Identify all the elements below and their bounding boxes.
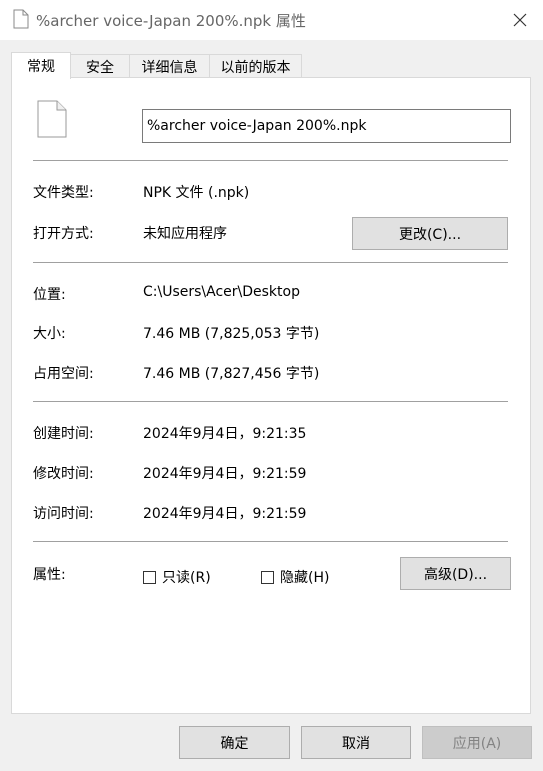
ok-button[interactable]: 确定 (179, 726, 290, 759)
change-button[interactable]: 更改(C)... (352, 217, 508, 250)
file-type-value: NPK 文件 (.npk) (143, 185, 250, 201)
document-icon (13, 9, 29, 29)
open-with-value: 未知应用程序 (143, 226, 227, 242)
tab-previous-versions-label: 以前的版本 (220, 59, 291, 76)
advanced-button-label: 高级(D)... (423, 566, 488, 583)
separator (33, 262, 508, 263)
modified-label: 修改时间: (33, 466, 94, 482)
separator (33, 160, 508, 161)
size-on-disk-value: 7.46 MB (7,827,456 字节) (143, 366, 320, 382)
location-label: 位置: (33, 287, 66, 303)
accessed-value: 2024年9月4日，9:21:59 (143, 506, 307, 522)
readonly-label: 只读(R) (162, 570, 211, 586)
location-value: C:\Users\Acer\Desktop (143, 284, 300, 300)
close-icon (513, 13, 527, 27)
file-type-label: 文件类型: (33, 185, 94, 201)
cancel-button-label: 取消 (342, 735, 370, 752)
created-label: 创建时间: (33, 426, 94, 442)
hidden-checkbox[interactable]: 隐藏(H) (261, 567, 329, 587)
title-bar: %archer voice-Japan 200%.npk 属性 (0, 0, 543, 40)
ok-button-label: 确定 (220, 735, 249, 752)
file-icon (37, 100, 67, 138)
accessed-label: 访问时间: (33, 506, 94, 522)
tab-general-label: 常规 (27, 59, 55, 75)
hidden-label: 隐藏(H) (280, 570, 330, 586)
close-button[interactable] (497, 0, 543, 40)
size-value: 7.46 MB (7,825,053 字节) (143, 326, 320, 342)
tab-security[interactable]: 安全 (70, 54, 130, 78)
separator (33, 401, 508, 402)
tab-details-label: 详细信息 (141, 59, 198, 76)
tab-previous-versions[interactable]: 以前的版本 (209, 54, 302, 78)
created-value: 2024年9月4日，9:21:35 (143, 426, 307, 442)
tab-general[interactable]: 常规 (11, 52, 71, 79)
modified-value: 2024年9月4日，9:21:59 (143, 466, 307, 482)
window-title: %archer voice-Japan 200%.npk 属性 (36, 12, 306, 30)
apply-button-label: 应用(A) (452, 735, 502, 752)
apply-button[interactable]: 应用(A) (422, 726, 532, 759)
attributes-label: 属性: (33, 567, 66, 583)
size-label: 大小: (33, 326, 66, 342)
tab-security-label: 安全 (86, 59, 114, 76)
general-panel (11, 77, 531, 714)
separator (33, 541, 508, 542)
open-with-label: 打开方式: (33, 226, 94, 242)
change-button-label: 更改(C)... (398, 226, 462, 243)
cancel-button[interactable]: 取消 (301, 726, 411, 759)
hidden-checkbox-box[interactable] (261, 570, 274, 584)
readonly-checkbox-box[interactable] (143, 570, 156, 584)
advanced-button[interactable]: 高级(D)... (400, 557, 511, 590)
tab-details[interactable]: 详细信息 (129, 54, 210, 78)
size-on-disk-label: 占用空间: (33, 366, 94, 382)
readonly-checkbox[interactable]: 只读(R) (143, 567, 211, 587)
file-name-input[interactable] (142, 109, 511, 143)
